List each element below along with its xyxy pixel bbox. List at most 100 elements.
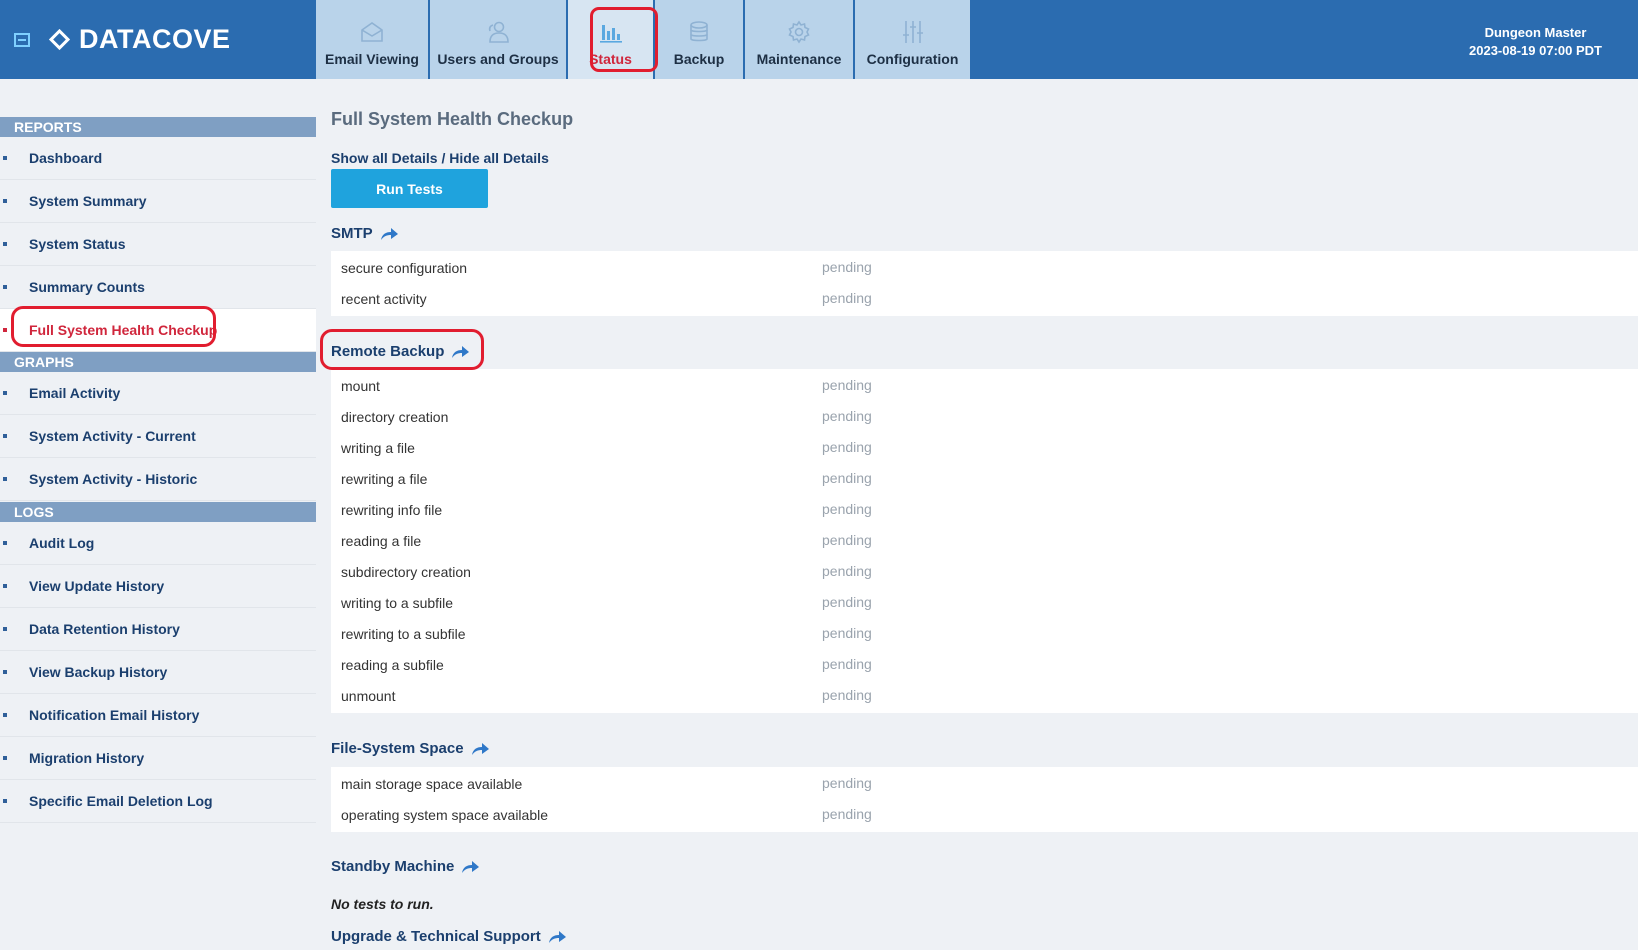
sidebar-item-summary-counts[interactable]: Summary Counts (0, 266, 316, 309)
tab-maintenance[interactable]: Maintenance (745, 0, 855, 79)
file-system-space-tests: main storage space available pending oper… (331, 767, 1638, 832)
sidebar-item-data-retention-history[interactable]: Data Retention History (0, 608, 316, 651)
bullet-icon (3, 541, 7, 545)
bullet-icon (3, 477, 7, 481)
active-item-highlight (11, 306, 216, 347)
test-row: unmount pending (331, 681, 1638, 712)
test-row: rewriting info file pending (331, 495, 1638, 526)
test-status: pending (822, 687, 872, 703)
sidebar-item-system-activity-historic[interactable]: System Activity - Historic (0, 458, 316, 501)
section-title: SMTP (331, 225, 373, 242)
redo-arrow-icon[interactable] (379, 227, 399, 241)
sidebar-item-label: Migration History (29, 750, 145, 766)
test-name: main storage space available (341, 776, 523, 792)
bullet-icon (3, 199, 7, 203)
bullet-icon (3, 627, 7, 631)
smtp-tests: secure configuration pending recent activ… (331, 251, 1638, 316)
bullet-icon (3, 713, 7, 717)
test-status: pending (822, 290, 872, 306)
hide-all-details-link[interactable]: Hide all Details (449, 150, 549, 166)
section-heading-file-system-space[interactable]: File-System Space (331, 740, 490, 757)
app-logo-text[interactable]: DATACOVE (79, 24, 231, 55)
show-all-details-link[interactable]: Show all Details (331, 150, 438, 166)
bullet-icon (3, 584, 7, 588)
test-name: rewriting a file (341, 471, 428, 487)
sidebar-item-audit-log[interactable]: Audit Log (0, 522, 316, 565)
bullet-icon (3, 799, 7, 803)
sidebar-item-label: System Status (29, 236, 126, 252)
test-row: mount pending (331, 371, 1638, 402)
sidebar-item-label: View Update History (29, 578, 165, 594)
test-name: rewriting info file (341, 502, 443, 518)
sidebar-item-label: Data Retention History (29, 621, 180, 637)
test-row: subdirectory creation pending (331, 557, 1638, 588)
sidebar-item-system-activity-current[interactable]: System Activity - Current (0, 415, 316, 458)
bullet-icon (3, 242, 7, 246)
test-row: rewriting a file pending (331, 464, 1638, 495)
sidebar-item-label: Specific Email Deletion Log (29, 793, 213, 809)
test-status: pending (822, 625, 872, 641)
redo-arrow-icon[interactable] (470, 742, 490, 756)
tab-label: Users and Groups (437, 51, 559, 67)
section-title: Standby Machine (331, 858, 455, 875)
current-datetime: 2023-08-19 07:00 PDT (1469, 43, 1602, 58)
test-row: operating system space available pending (331, 800, 1638, 831)
test-status: pending (822, 501, 872, 517)
sidebar-item-dashboard[interactable]: Dashboard (0, 137, 316, 180)
test-name: writing to a subfile (341, 595, 454, 611)
main-content: Full System Health Checkup Show all Deta… (316, 79, 1638, 950)
sidebar-item-specific-email-deletion-log[interactable]: Specific Email Deletion Log (0, 780, 316, 823)
bullet-icon (3, 328, 7, 332)
sidebar-item-system-status[interactable]: System Status (0, 223, 316, 266)
redo-arrow-icon[interactable] (460, 860, 480, 874)
sidebar-item-label: Email Activity (29, 385, 121, 401)
test-row: writing a file pending (331, 433, 1638, 464)
status-tab-highlight (590, 7, 658, 72)
test-status: pending (822, 259, 872, 275)
test-row: reading a subfile pending (331, 650, 1638, 681)
tab-label: Maintenance (756, 51, 842, 67)
details-toggle-links: Show all Details / Hide all Details (331, 150, 549, 166)
test-name: subdirectory creation (341, 564, 471, 580)
test-row: writing to a subfile pending (331, 588, 1638, 619)
test-row: reading a file pending (331, 526, 1638, 557)
sidebar-item-system-summary[interactable]: System Summary (0, 180, 316, 223)
menu-toggle-icon[interactable] (14, 32, 30, 47)
section-heading-upgrade-technical-support[interactable]: Upgrade & Technical Support (331, 928, 567, 945)
sidebar-item-notification-email-history[interactable]: Notification Email History (0, 694, 316, 737)
users-icon (488, 21, 509, 43)
sidebar-heading-reports: REPORTS (0, 117, 316, 137)
test-name: secure configuration (341, 260, 468, 276)
tab-backup[interactable]: Backup (655, 0, 745, 79)
bullet-icon (3, 670, 7, 674)
tab-email-viewing[interactable]: Email Viewing (316, 0, 430, 79)
sidebar-heading-logs: LOGS (0, 502, 316, 522)
no-tests-message: No tests to run. (331, 896, 434, 912)
sidebar-item-view-backup-history[interactable]: View Backup History (0, 651, 316, 694)
sidebar-item-label: System Activity - Historic (29, 471, 198, 487)
sidebar-item-migration-history[interactable]: Migration History (0, 737, 316, 780)
run-tests-button[interactable]: Run Tests (331, 169, 488, 208)
link-separator: / (437, 150, 450, 166)
test-row: directory creation pending (331, 402, 1638, 433)
section-title: Upgrade & Technical Support (331, 928, 541, 945)
tab-users-and-groups[interactable]: Users and Groups (430, 0, 568, 79)
sidebar-item-label: System Summary (29, 193, 147, 209)
tab-configuration[interactable]: Configuration (855, 0, 972, 79)
test-name: writing a file (341, 440, 415, 456)
test-status: pending (822, 532, 872, 548)
bullet-icon (3, 434, 7, 438)
sidebar-item-view-update-history[interactable]: View Update History (0, 565, 316, 608)
test-name: operating system space available (341, 807, 549, 823)
section-heading-smtp[interactable]: SMTP (331, 225, 399, 242)
page-title: Full System Health Checkup (331, 109, 574, 129)
section-heading-standby-machine[interactable]: Standby Machine (331, 858, 480, 875)
test-name: mount (341, 378, 380, 394)
logo-area: DATACOVE (0, 0, 316, 79)
user-name[interactable]: Dungeon Master (1469, 24, 1602, 42)
sidebar-item-email-activity[interactable]: Email Activity (0, 372, 316, 415)
sidebar-heading-graphs: GRAPHS (0, 352, 316, 372)
test-status: pending (822, 656, 872, 672)
redo-arrow-icon[interactable] (547, 930, 567, 944)
tab-label: Configuration (866, 51, 959, 67)
